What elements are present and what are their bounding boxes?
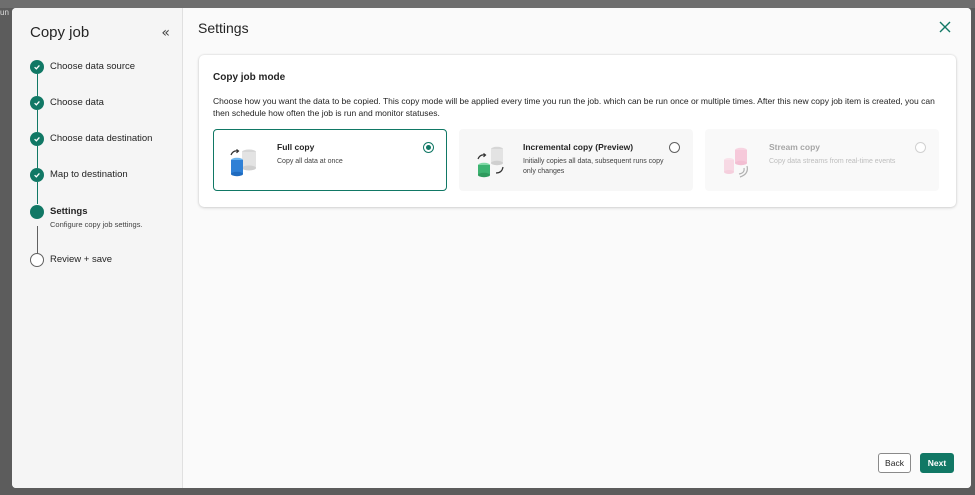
step-choose-data-source: Choose data source <box>30 60 135 74</box>
backdrop-bar <box>0 0 975 8</box>
step-label: Choose data destination <box>50 133 153 144</box>
option-stream-copy: Stream copy Copy data streams from real-… <box>705 129 939 191</box>
card-title: Copy job mode <box>213 72 286 83</box>
double-chevron-left-icon: « <box>161 24 170 41</box>
step-choose-data: Choose data <box>30 96 104 110</box>
copy-job-mode-card: Copy job mode Choose how you want the da… <box>199 55 956 207</box>
check-icon <box>30 96 44 110</box>
main-panel: Settings Copy job mode Choose how you wa… <box>183 8 971 488</box>
step-connector <box>36 226 38 254</box>
step-choose-data-destination: Choose data destination <box>30 132 152 146</box>
full-copy-icon <box>230 149 256 177</box>
sidebar-header: Copy job « <box>30 24 170 41</box>
step-review-save: Review + save <box>30 253 112 267</box>
option-incremental-copy[interactable]: Incremental copy (Preview) Initially cop… <box>459 129 693 191</box>
step-connector <box>36 146 38 168</box>
check-icon <box>30 60 44 74</box>
step-map-to-destination: Map to destination <box>30 168 128 182</box>
step-label: Choose data <box>50 97 104 108</box>
step-settings: Settings Configure copy job settings. <box>30 205 143 229</box>
check-icon <box>30 168 44 182</box>
backdrop-text-fragment: un <box>0 8 9 17</box>
option-title: Full copy <box>277 142 315 152</box>
step-description: Configure copy job settings. <box>50 220 143 229</box>
wizard-sidebar: Copy job « Choose data source Choose dat… <box>12 8 183 488</box>
stream-copy-icon <box>724 147 748 178</box>
card-description: Choose how you want the data to be copie… <box>213 96 935 118</box>
copy-job-dialog: Copy job « Choose data source Choose dat… <box>12 8 971 488</box>
current-step-dot-icon <box>30 205 44 219</box>
step-label: Map to destination <box>50 169 128 180</box>
step-label: Settings <box>50 206 88 217</box>
next-button[interactable]: Next <box>920 453 954 473</box>
option-full-copy[interactable]: Full copy Copy all data at once <box>213 129 447 191</box>
radio-incremental-copy[interactable] <box>669 142 680 153</box>
radio-stream-copy <box>915 142 926 153</box>
radio-full-copy[interactable] <box>423 142 434 153</box>
check-icon <box>30 132 44 146</box>
copy-mode-options: Full copy Copy all data at once Incremen… <box>213 129 939 191</box>
close-button[interactable] <box>937 19 953 35</box>
pending-step-circle-icon <box>30 253 44 267</box>
step-connector <box>36 110 38 132</box>
option-title: Incremental copy (Preview) <box>523 142 634 152</box>
page-title: Settings <box>198 20 249 36</box>
step-label: Review + save <box>50 254 113 265</box>
step-label: Choose data source <box>50 61 136 72</box>
option-description: Copy all data at once <box>277 158 343 165</box>
option-description: Copy data streams from real-time events <box>769 158 896 165</box>
option-title: Stream copy <box>769 142 821 152</box>
option-description: Initially copies all data, subsequent ru… <box>523 158 664 175</box>
step-connector <box>36 74 38 96</box>
collapse-sidebar-button[interactable]: « <box>161 26 170 40</box>
close-icon <box>939 21 951 33</box>
step-connector <box>36 182 38 204</box>
incremental-copy-icon <box>477 146 504 178</box>
back-button[interactable]: Back <box>878 453 911 473</box>
sidebar-title: Copy job <box>30 24 90 41</box>
